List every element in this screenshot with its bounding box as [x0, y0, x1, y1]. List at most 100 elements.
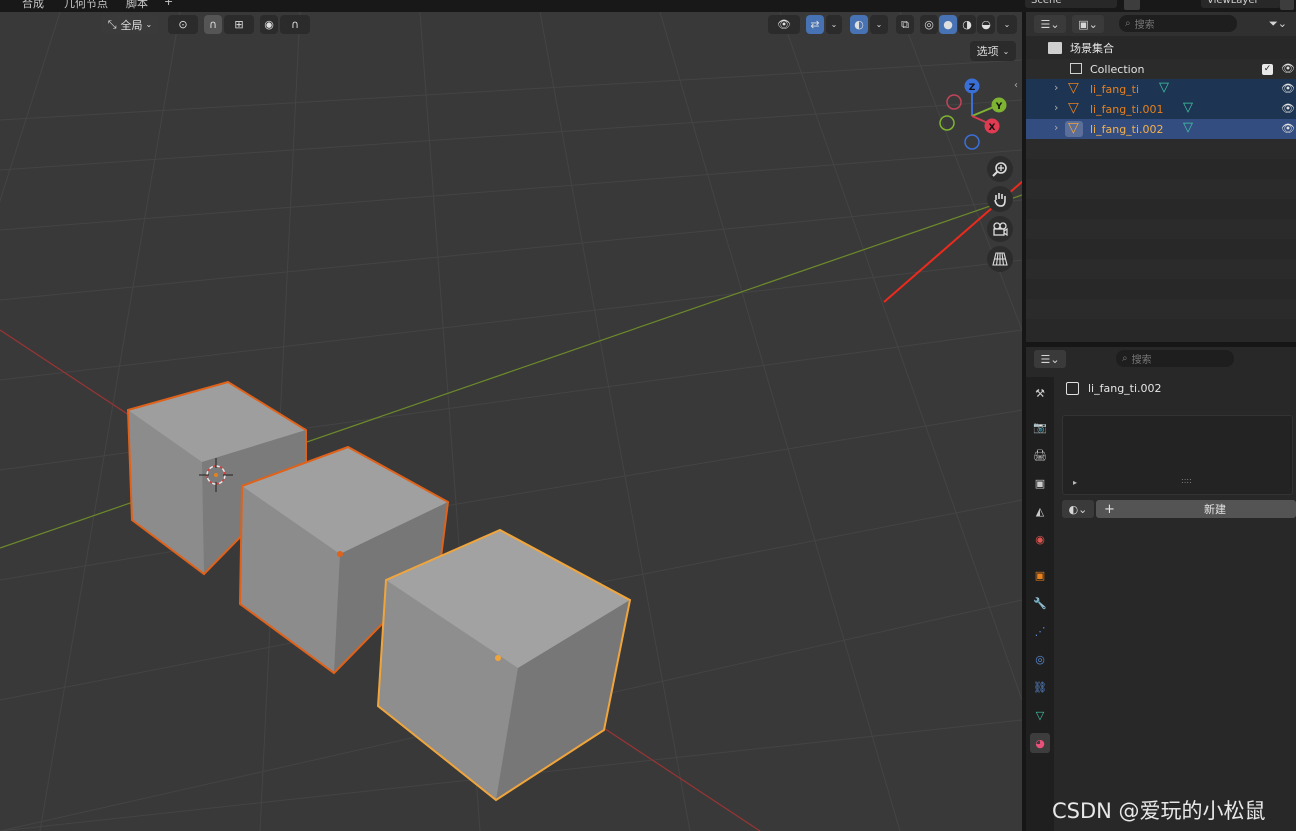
filter-view-dropdown[interactable]: ▣⌄ — [1072, 15, 1104, 33]
visibility-dropdown[interactable]: 👁 — [768, 15, 800, 34]
xray-icon: ⧉ — [901, 17, 909, 31]
shading-dropdown[interactable]: ⌄ — [997, 15, 1017, 34]
display-mode-dropdown[interactable]: ☰⌄ — [1034, 15, 1066, 33]
expand-arrow-icon[interactable]: ▸ — [1073, 478, 1077, 487]
world-icon[interactable]: ◉ — [1030, 529, 1050, 549]
mesh-object-icon: ▽ — [1068, 100, 1079, 116]
render-icon[interactable]: 📷 — [1030, 417, 1050, 437]
viewport-scene: Z Y X — [0, 12, 1022, 831]
image-stack-icon: ▣⌄ — [1078, 17, 1098, 31]
filter-dropdown[interactable]: ⏷⌄ — [1264, 15, 1292, 33]
snap-target-dropdown[interactable]: ⊞ — [224, 15, 254, 34]
output-icon[interactable]: 🖨 — [1030, 445, 1050, 465]
sidebar-toggle-arrow[interactable]: ‹ — [1014, 80, 1018, 91]
transform-orientation-dropdown[interactable]: ⤡ 全局 ⌄ — [101, 15, 159, 34]
ortho-toggle-button[interactable] — [987, 246, 1013, 272]
expand-arrow-icon[interactable]: › — [1054, 81, 1058, 94]
editor-type-dropdown[interactable]: ☰⌄ — [1034, 350, 1066, 368]
outliner-search-input[interactable]: ⌕ 搜索 — [1119, 15, 1237, 32]
collection-box-icon — [1048, 42, 1062, 54]
outliner-object-row-0[interactable]: › ▽ li_fang_ti ▽ 👁 — [1026, 79, 1296, 99]
material-slot-list[interactable]: ▸ :::: — [1062, 415, 1293, 495]
scene-collection-row[interactable]: 场景集合 — [1026, 38, 1296, 58]
gizmo-dropdown[interactable]: ⌄ — [826, 15, 842, 34]
tool-icon[interactable]: ⚒ — [1030, 383, 1050, 403]
menu-geometry-nodes[interactable]: 几何节点 — [64, 0, 108, 11]
wireframe-icon: ◎ — [924, 18, 934, 31]
mesh-data-icon[interactable]: ▽ — [1183, 100, 1193, 115]
outliner-object-row-1[interactable]: › ▽ li_fang_ti.001 ▽ 👁 — [1026, 99, 1296, 119]
expand-arrow-icon[interactable]: › — [1054, 121, 1058, 134]
menu-scripting[interactable]: 脚本 — [126, 0, 148, 11]
search-icon: ⌕ — [1122, 353, 1128, 364]
options-label: 选项 — [976, 45, 999, 58]
options-dropdown[interactable]: 选项 ⌄ — [970, 41, 1016, 61]
resize-handle-icon[interactable]: :::: — [1181, 476, 1192, 485]
new-material-label: 新建 — [1204, 503, 1226, 516]
camera-view-button[interactable] — [987, 216, 1013, 242]
gizmo-toggle[interactable]: ⇄ — [806, 15, 824, 34]
scene-collection-label: 场景集合 — [1070, 42, 1114, 55]
mesh-object-icon: ▽ — [1068, 120, 1079, 136]
eye-icon[interactable]: 👁 — [1281, 102, 1295, 115]
new-view-layer-button[interactable] — [1280, 0, 1294, 10]
eye-icon[interactable]: 👁 — [1281, 62, 1295, 75]
data-icon[interactable]: ▽ — [1030, 705, 1050, 725]
pan-button[interactable] — [987, 186, 1013, 212]
shading-solid[interactable]: ● — [939, 15, 957, 34]
object-type-icon — [1066, 382, 1079, 395]
properties-search-input[interactable]: ⌕ 搜索 — [1116, 350, 1234, 367]
object-name: li_fang_ti.002 — [1090, 122, 1164, 136]
view-layer-icon[interactable]: ▣ — [1030, 473, 1050, 493]
gizmo-x-label: X — [989, 123, 996, 133]
new-scene-button[interactable] — [1124, 0, 1140, 10]
magnet-icon: ∩ — [208, 18, 218, 31]
zoom-button[interactable] — [987, 156, 1013, 182]
outliner-mode-icon: ☰⌄ — [1040, 17, 1060, 31]
empty-row — [1026, 139, 1296, 159]
mesh-data-icon[interactable]: ▽ — [1183, 120, 1193, 135]
scene-selector[interactable]: Scene — [1025, 0, 1117, 8]
expand-arrow-icon[interactable]: › — [1054, 101, 1058, 114]
modifier-icon[interactable]: 🔧 — [1030, 593, 1050, 613]
eye-icon[interactable]: 👁 — [1281, 122, 1295, 135]
shading-rendered[interactable]: ◒ — [977, 15, 995, 34]
3d-viewport[interactable]: Z Y X ⤡ 全局 ⌄ ⊙ ∩ ⊞ ◉ ∩ 👁 ⇄ ⌄ ◐ ⌄ ⧉ ◎ ● ◑… — [0, 12, 1022, 831]
eye-icon[interactable]: 👁 — [1281, 82, 1295, 95]
object-name: li_fang_ti — [1090, 82, 1140, 96]
browse-material-dropdown[interactable]: ◐⌄ — [1062, 500, 1094, 518]
rendered-icon: ◒ — [981, 18, 991, 31]
particles-icon[interactable]: ⋰ — [1030, 621, 1050, 641]
new-material-button[interactable]: + 新建 — [1096, 500, 1296, 518]
falloff-curve-icon: ∩ — [290, 18, 300, 31]
proportional-edit-toggle[interactable]: ◉ — [260, 15, 278, 34]
shading-wireframe[interactable]: ◎ — [920, 15, 938, 34]
view-layer-selector[interactable]: ViewLayer — [1201, 0, 1281, 8]
pivot-icon: ⊙ — [178, 18, 188, 31]
material-icon[interactable]: ◕ — [1030, 733, 1050, 753]
pivot-point-dropdown[interactable]: ⊙ — [168, 15, 198, 34]
falloff-dropdown[interactable]: ∩ — [280, 15, 310, 34]
mesh-data-icon[interactable]: ▽ — [1159, 80, 1169, 95]
gizmo-y-label: Y — [995, 102, 1003, 112]
overlay-dropdown[interactable]: ⌄ — [870, 15, 888, 34]
overlay-toggle[interactable]: ◐ — [850, 15, 868, 34]
chevron-down-icon: ⌄ — [830, 20, 838, 29]
collection-checkbox[interactable]: ✓ — [1262, 64, 1273, 75]
snap-toggle[interactable]: ∩ — [204, 15, 222, 34]
mesh-object-icon: ▽ — [1068, 80, 1079, 96]
transform-orientation-label: 全局 — [120, 18, 143, 32]
xray-toggle[interactable]: ⧉ — [896, 15, 914, 34]
object-icon[interactable]: ▣ — [1030, 565, 1050, 585]
scene-icon[interactable]: ◭ — [1030, 501, 1050, 521]
menu-add-workspace[interactable]: + — [164, 0, 173, 8]
properties-panel: ☰⌄ ⌕ 搜索 ⚒ 📷 🖨 ▣ ◭ ◉ ▣ 🔧 ⋰ ◎ ⛓ ▽ ◕ li_fan… — [1026, 347, 1296, 831]
physics-icon[interactable]: ◎ — [1030, 649, 1050, 669]
constraints-icon[interactable]: ⛓ — [1030, 677, 1050, 697]
shading-material[interactable]: ◑ — [958, 15, 976, 34]
outliner-object-row-2[interactable]: › ▽ li_fang_ti.002 ▽ 👁 — [1026, 119, 1296, 139]
top-menu-bar: 合成 几何节点 脚本 + Scene ViewLayer — [0, 0, 1296, 12]
menu-compositing[interactable]: 合成 — [22, 0, 44, 11]
collection-row[interactable]: Collection ✓ 👁 — [1026, 59, 1296, 79]
chevron-down-icon: ⌄ — [1002, 46, 1010, 56]
